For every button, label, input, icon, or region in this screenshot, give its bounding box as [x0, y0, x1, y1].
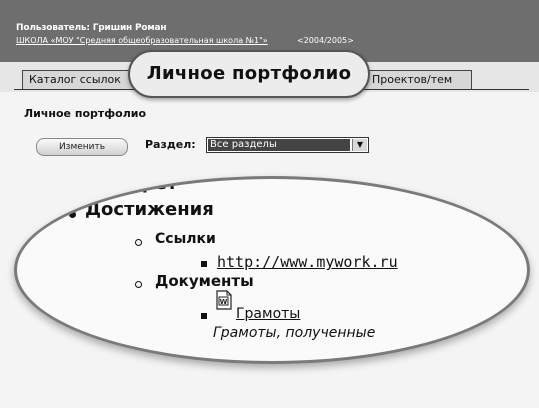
bullet-url: [201, 261, 207, 267]
page-title: Личное портфолио: [24, 107, 147, 120]
tree-item-portrait: Портрет: [91, 179, 178, 194]
bullet-portrait: [75, 185, 81, 191]
link-mywork[interactable]: http://www.mywork.ru: [217, 253, 398, 271]
tree-item-links: Ссылки: [155, 231, 216, 247]
user-name: Пользователь: Гришин Роман: [16, 23, 167, 33]
school-link[interactable]: ШКОЛА «МОУ "Средняя общеобразовательная …: [16, 36, 268, 45]
bullet-achievements: [69, 211, 76, 218]
svg-text:W: W: [220, 298, 228, 306]
tree-viewport: Портрет Достижения Ссылки http://www.myw…: [17, 179, 527, 361]
chevron-down-icon[interactable]: ▼: [352, 139, 367, 151]
tree-item-documents: Документы: [155, 272, 254, 290]
tree-item-achievements: Достижения: [85, 199, 214, 220]
tab-catalog[interactable]: Каталог ссылок: [22, 70, 140, 89]
section-select[interactable]: Все разделы ▼: [206, 137, 369, 153]
section-label: Раздел:: [145, 138, 196, 151]
bullet-links: [135, 239, 142, 246]
doc-link-gramoty[interactable]: Грамоты: [236, 306, 300, 322]
word-document-icon[interactable]: W: [216, 290, 232, 310]
edit-button[interactable]: Изменить: [36, 138, 128, 156]
bullet-documents: [135, 281, 142, 288]
tab-portfolio[interactable]: Личное портфолио: [128, 50, 370, 98]
tab-projects[interactable]: Проектов/тем: [359, 70, 472, 89]
doc-description: Грамоты, полученные: [213, 325, 376, 341]
bullet-doc: [201, 313, 207, 319]
section-select-value: Все разделы: [208, 139, 350, 151]
zoomed-portfolio-tree: Портрет Достижения Ссылки http://www.myw…: [14, 176, 530, 364]
school-year: <2004/2005>: [297, 36, 354, 45]
